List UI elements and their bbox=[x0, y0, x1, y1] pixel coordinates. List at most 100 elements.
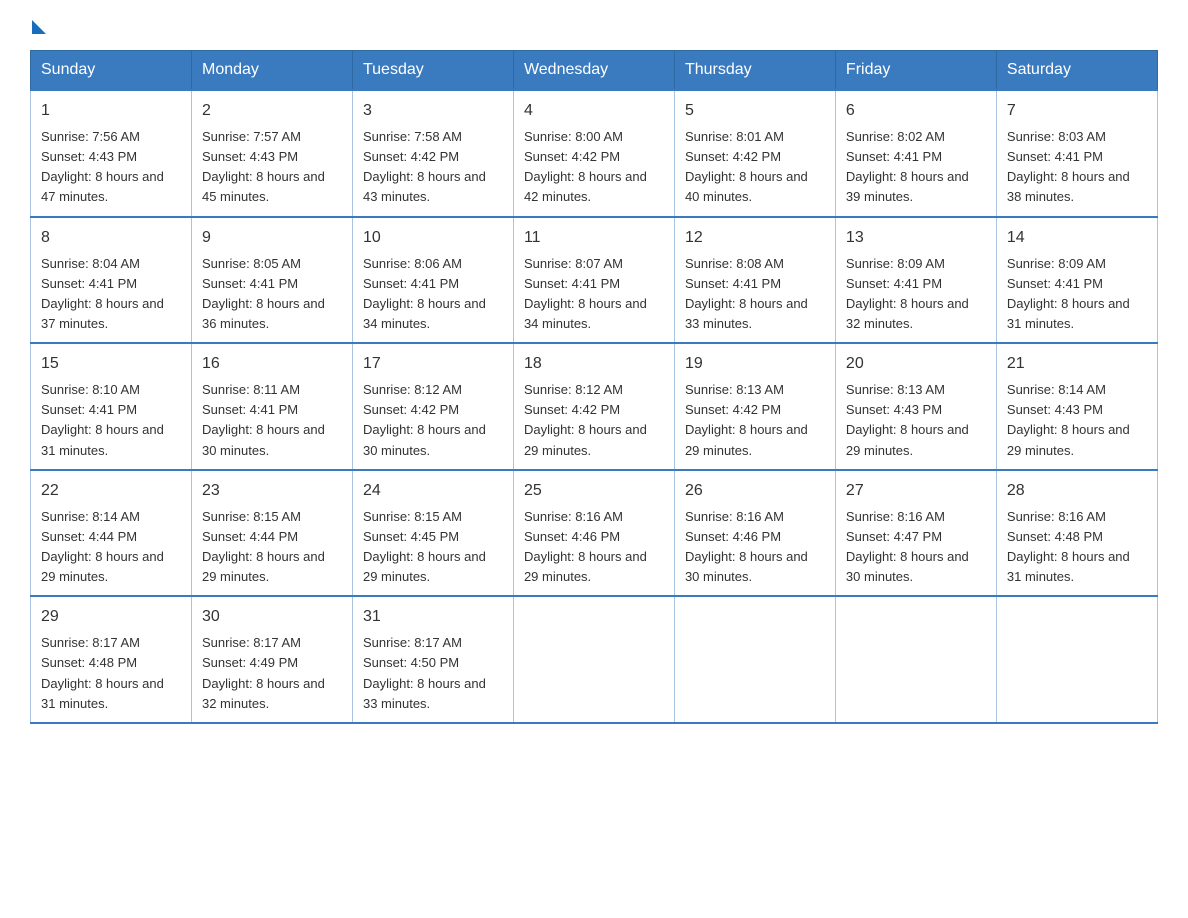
day-number: 1 bbox=[41, 99, 181, 123]
day-info: Sunrise: 8:14 AMSunset: 4:43 PMDaylight:… bbox=[1007, 382, 1130, 457]
day-info: Sunrise: 7:58 AMSunset: 4:42 PMDaylight:… bbox=[363, 129, 486, 204]
day-info: Sunrise: 8:07 AMSunset: 4:41 PMDaylight:… bbox=[524, 256, 647, 331]
calendar-cell: 22 Sunrise: 8:14 AMSunset: 4:44 PMDayligh… bbox=[31, 470, 192, 597]
calendar-cell: 7Sunrise: 8:03 AMSunset: 4:41 PMDaylight… bbox=[996, 90, 1157, 217]
calendar-cell bbox=[513, 596, 674, 723]
calendar-week-row: 8Sunrise: 8:04 AMSunset: 4:41 PMDaylight… bbox=[31, 217, 1158, 344]
calendar-cell: 29 Sunrise: 8:17 AMSunset: 4:48 PMDayligh… bbox=[31, 596, 192, 723]
calendar-cell: 4Sunrise: 8:00 AMSunset: 4:42 PMDaylight… bbox=[513, 90, 674, 217]
day-number: 18 bbox=[524, 352, 664, 376]
day-info: Sunrise: 7:56 AMSunset: 4:43 PMDaylight:… bbox=[41, 129, 164, 204]
day-number: 31 bbox=[363, 605, 503, 629]
calendar-cell: 28 Sunrise: 8:16 AMSunset: 4:48 PMDayligh… bbox=[996, 470, 1157, 597]
day-number: 15 bbox=[41, 352, 181, 376]
day-number: 27 bbox=[846, 479, 986, 503]
day-info: Sunrise: 8:06 AMSunset: 4:41 PMDaylight:… bbox=[363, 256, 486, 331]
day-number: 25 bbox=[524, 479, 664, 503]
day-number: 20 bbox=[846, 352, 986, 376]
logo-line1 bbox=[30, 20, 46, 30]
calendar-cell: 1 Sunrise: 7:56 AMSunset: 4:43 PMDaylight… bbox=[31, 90, 192, 217]
day-number: 4 bbox=[524, 99, 664, 123]
day-info: Sunrise: 8:16 AMSunset: 4:47 PMDaylight:… bbox=[846, 509, 969, 584]
calendar-cell: 15 Sunrise: 8:10 AMSunset: 4:41 PMDayligh… bbox=[31, 343, 192, 470]
day-number: 26 bbox=[685, 479, 825, 503]
day-info: Sunrise: 8:09 AMSunset: 4:41 PMDaylight:… bbox=[846, 256, 969, 331]
calendar-cell: 19 Sunrise: 8:13 AMSunset: 4:42 PMDayligh… bbox=[674, 343, 835, 470]
weekday-header-tuesday: Tuesday bbox=[352, 51, 513, 91]
day-info: Sunrise: 8:08 AMSunset: 4:41 PMDaylight:… bbox=[685, 256, 808, 331]
page-header bbox=[30, 20, 1158, 30]
weekday-header-friday: Friday bbox=[835, 51, 996, 91]
calendar-cell: 12 Sunrise: 8:08 AMSunset: 4:41 PMDayligh… bbox=[674, 217, 835, 344]
calendar-cell: 2 Sunrise: 7:57 AMSunset: 4:43 PMDaylight… bbox=[191, 90, 352, 217]
calendar-cell: 23Sunrise: 8:15 AMSunset: 4:44 PMDayligh… bbox=[191, 470, 352, 597]
calendar-cell: 21 Sunrise: 8:14 AMSunset: 4:43 PMDayligh… bbox=[996, 343, 1157, 470]
day-number: 29 bbox=[41, 605, 181, 629]
day-number: 17 bbox=[363, 352, 503, 376]
day-number: 21 bbox=[1007, 352, 1147, 376]
calendar-cell: 31 Sunrise: 8:17 AMSunset: 4:50 PMDayligh… bbox=[352, 596, 513, 723]
day-info: Sunrise: 8:17 AMSunset: 4:48 PMDaylight:… bbox=[41, 635, 164, 710]
calendar-cell: 16 Sunrise: 8:11 AMSunset: 4:41 PMDayligh… bbox=[191, 343, 352, 470]
calendar-cell: 24 Sunrise: 8:15 AMSunset: 4:45 PMDayligh… bbox=[352, 470, 513, 597]
calendar-cell: 30 Sunrise: 8:17 AMSunset: 4:49 PMDayligh… bbox=[191, 596, 352, 723]
day-info: Sunrise: 8:14 AMSunset: 4:44 PMDaylight:… bbox=[41, 509, 164, 584]
calendar-cell: 18 Sunrise: 8:12 AMSunset: 4:42 PMDayligh… bbox=[513, 343, 674, 470]
calendar-week-row: 22 Sunrise: 8:14 AMSunset: 4:44 PMDayligh… bbox=[31, 470, 1158, 597]
calendar-cell: 27 Sunrise: 8:16 AMSunset: 4:47 PMDayligh… bbox=[835, 470, 996, 597]
day-number: 22 bbox=[41, 479, 181, 503]
day-info: Sunrise: 8:17 AMSunset: 4:50 PMDaylight:… bbox=[363, 635, 486, 710]
day-info: Sunrise: 8:16 AMSunset: 4:48 PMDaylight:… bbox=[1007, 509, 1130, 584]
calendar-cell: 25 Sunrise: 8:16 AMSunset: 4:46 PMDayligh… bbox=[513, 470, 674, 597]
day-number: 14 bbox=[1007, 226, 1147, 250]
day-info: Sunrise: 8:12 AMSunset: 4:42 PMDaylight:… bbox=[524, 382, 647, 457]
day-info: Sunrise: 8:16 AMSunset: 4:46 PMDaylight:… bbox=[685, 509, 808, 584]
weekday-header-wednesday: Wednesday bbox=[513, 51, 674, 91]
calendar-cell: 5 Sunrise: 8:01 AMSunset: 4:42 PMDaylight… bbox=[674, 90, 835, 217]
day-number: 3 bbox=[363, 99, 503, 123]
day-info: Sunrise: 8:02 AMSunset: 4:41 PMDaylight:… bbox=[846, 129, 969, 204]
day-number: 2 bbox=[202, 99, 342, 123]
day-number: 6 bbox=[846, 99, 986, 123]
day-info: Sunrise: 8:10 AMSunset: 4:41 PMDaylight:… bbox=[41, 382, 164, 457]
weekday-header-thursday: Thursday bbox=[674, 51, 835, 91]
calendar-cell bbox=[674, 596, 835, 723]
calendar-week-row: 29 Sunrise: 8:17 AMSunset: 4:48 PMDayligh… bbox=[31, 596, 1158, 723]
day-number: 5 bbox=[685, 99, 825, 123]
day-info: Sunrise: 8:17 AMSunset: 4:49 PMDaylight:… bbox=[202, 635, 325, 710]
day-info: Sunrise: 8:15 AMSunset: 4:45 PMDaylight:… bbox=[363, 509, 486, 584]
calendar-week-row: 1 Sunrise: 7:56 AMSunset: 4:43 PMDaylight… bbox=[31, 90, 1158, 217]
calendar-cell: 8Sunrise: 8:04 AMSunset: 4:41 PMDaylight… bbox=[31, 217, 192, 344]
day-info: Sunrise: 8:15 AMSunset: 4:44 PMDaylight:… bbox=[202, 509, 325, 584]
weekday-header-row: SundayMondayTuesdayWednesdayThursdayFrid… bbox=[31, 51, 1158, 91]
day-info: Sunrise: 8:11 AMSunset: 4:41 PMDaylight:… bbox=[202, 382, 325, 457]
day-info: Sunrise: 8:16 AMSunset: 4:46 PMDaylight:… bbox=[524, 509, 647, 584]
day-info: Sunrise: 8:01 AMSunset: 4:42 PMDaylight:… bbox=[685, 129, 808, 204]
day-number: 12 bbox=[685, 226, 825, 250]
calendar-cell bbox=[835, 596, 996, 723]
logo-arrow-icon bbox=[32, 20, 46, 34]
day-info: Sunrise: 7:57 AMSunset: 4:43 PMDaylight:… bbox=[202, 129, 325, 204]
calendar-cell: 20Sunrise: 8:13 AMSunset: 4:43 PMDayligh… bbox=[835, 343, 996, 470]
weekday-header-monday: Monday bbox=[191, 51, 352, 91]
day-number: 28 bbox=[1007, 479, 1147, 503]
day-info: Sunrise: 8:13 AMSunset: 4:42 PMDaylight:… bbox=[685, 382, 808, 457]
day-number: 10 bbox=[363, 226, 503, 250]
day-number: 13 bbox=[846, 226, 986, 250]
calendar-cell: 3 Sunrise: 7:58 AMSunset: 4:42 PMDaylight… bbox=[352, 90, 513, 217]
calendar-cell: 26 Sunrise: 8:16 AMSunset: 4:46 PMDayligh… bbox=[674, 470, 835, 597]
calendar-cell: 13 Sunrise: 8:09 AMSunset: 4:41 PMDayligh… bbox=[835, 217, 996, 344]
day-number: 16 bbox=[202, 352, 342, 376]
day-info: Sunrise: 8:09 AMSunset: 4:41 PMDaylight:… bbox=[1007, 256, 1130, 331]
day-number: 7 bbox=[1007, 99, 1147, 123]
day-number: 8 bbox=[41, 226, 181, 250]
day-number: 30 bbox=[202, 605, 342, 629]
day-number: 19 bbox=[685, 352, 825, 376]
calendar-table: SundayMondayTuesdayWednesdayThursdayFrid… bbox=[30, 50, 1158, 724]
day-number: 24 bbox=[363, 479, 503, 503]
calendar-cell: 14 Sunrise: 8:09 AMSunset: 4:41 PMDayligh… bbox=[996, 217, 1157, 344]
day-info: Sunrise: 8:12 AMSunset: 4:42 PMDaylight:… bbox=[363, 382, 486, 457]
weekday-header-sunday: Sunday bbox=[31, 51, 192, 91]
calendar-cell: 11 Sunrise: 8:07 AMSunset: 4:41 PMDayligh… bbox=[513, 217, 674, 344]
day-number: 11 bbox=[524, 226, 664, 250]
